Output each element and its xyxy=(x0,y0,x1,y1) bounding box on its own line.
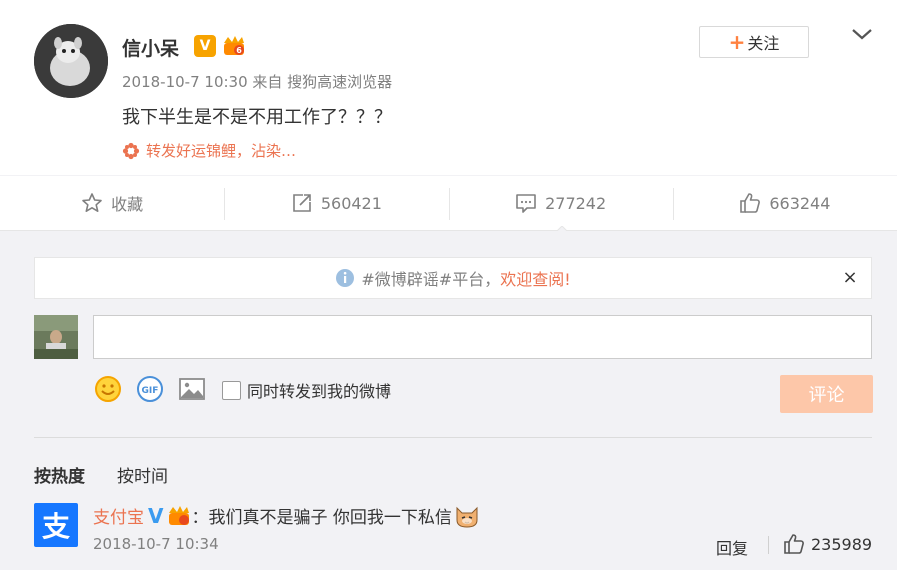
comment-count: 277242 xyxy=(545,193,607,213)
thumbs-up-icon xyxy=(740,193,761,213)
comment-input[interactable] xyxy=(93,315,872,359)
vip-crown-icon: 6 xyxy=(222,35,246,57)
follow-button[interactable]: + 关注 xyxy=(699,26,809,58)
promo-link[interactable]: 转发好运锦鲤，沾染… xyxy=(122,140,296,161)
sort-by-hot-tab[interactable]: 按热度 xyxy=(34,462,85,487)
commenter-name[interactable]: 支付宝 xyxy=(93,503,144,528)
emoji-icon[interactable] xyxy=(94,375,122,403)
repost-button[interactable]: 560421 xyxy=(224,176,448,230)
comment-like-count: 235989 xyxy=(811,534,873,554)
notice-text: #微博辟谣#平台， xyxy=(361,270,501,289)
comment-section: #微博辟谣#平台， 欢迎查阅! × GIF 同时转发到我的微博 评论 按热度 按时… xyxy=(0,231,897,570)
action-bar: 收藏 560421 277242 663244 xyxy=(0,175,897,231)
post-content: 我下半生是不是不用工作了？？？ xyxy=(122,107,392,128)
like-count: 663244 xyxy=(769,193,831,213)
flower-icon xyxy=(122,142,140,159)
close-icon[interactable]: × xyxy=(841,269,859,287)
author-avatar[interactable] xyxy=(34,24,108,98)
comment-time: 2018-10-7 10:34 xyxy=(93,535,219,553)
post-card: 信小呆 V 6 2018-10-7 10:30 来自 搜狗高速浏览器 我下半生是… xyxy=(0,0,897,175)
comment-line: 支付宝 V ：我们真不是骗子 你回我一下私信 xyxy=(93,503,480,528)
comment-like-button[interactable]: 235989 xyxy=(783,533,872,555)
like-button[interactable]: 663244 xyxy=(672,176,897,230)
verified-v-icon: V xyxy=(148,503,164,528)
thumbs-up-icon xyxy=(784,534,804,554)
my-avatar xyxy=(34,315,78,359)
divider xyxy=(34,437,872,438)
verified-badge: V xyxy=(194,35,216,57)
promo-text: 转发好运锦鲤，沾染… xyxy=(146,142,297,160)
gif-icon[interactable]: GIF xyxy=(136,375,164,403)
svg-text:6: 6 xyxy=(236,46,242,55)
repost-checkbox[interactable]: 同时转发到我的微博 xyxy=(222,378,391,402)
favorite-label: 收藏 xyxy=(111,195,144,214)
chevron-down-icon[interactable] xyxy=(850,24,874,44)
author-name[interactable]: 信小呆 xyxy=(122,34,179,61)
vip-crown-icon xyxy=(169,505,190,525)
commenter-avatar[interactable]: 支 xyxy=(34,503,78,547)
checkbox-box[interactable] xyxy=(222,380,241,400)
sort-by-time-tab[interactable]: 按时间 xyxy=(117,462,168,487)
image-icon[interactable] xyxy=(178,375,206,403)
comment-text: ：我们真不是骗子 你回我一下私信 xyxy=(191,508,452,528)
repost-checkbox-label: 同时转发到我的微博 xyxy=(247,382,392,401)
svg-text:GIF: GIF xyxy=(142,386,159,396)
post-meta: 2018-10-7 10:30 来自 搜狗高速浏览器 xyxy=(122,73,393,91)
star-icon xyxy=(82,193,102,212)
info-icon xyxy=(336,269,355,287)
reply-button[interactable]: 回复 xyxy=(716,535,748,559)
follow-label: 关注 xyxy=(747,34,780,53)
cat-emoji-icon xyxy=(456,506,478,528)
notice-link[interactable]: 欢迎查阅! xyxy=(500,266,570,290)
separator xyxy=(768,536,769,554)
comment-button[interactable]: 277242 xyxy=(448,176,673,230)
repost-count: 560421 xyxy=(320,193,382,213)
rumor-notice: #微博辟谣#平台， 欢迎查阅! × xyxy=(34,257,872,299)
submit-comment-button[interactable]: 评论 xyxy=(780,375,873,413)
favorite-button[interactable]: 收藏 xyxy=(0,176,224,230)
plus-icon: + xyxy=(728,30,746,54)
comment-icon xyxy=(516,194,536,213)
repost-icon xyxy=(293,194,311,212)
